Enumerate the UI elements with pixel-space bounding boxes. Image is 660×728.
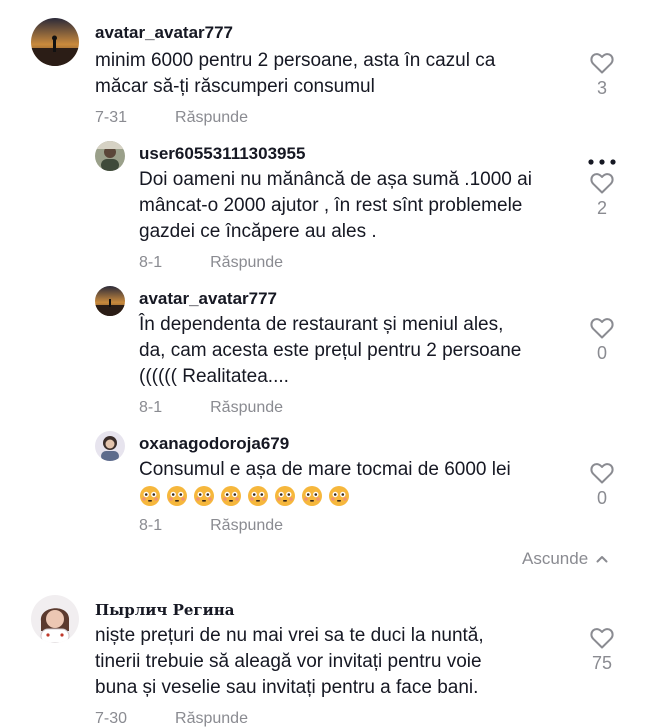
flushed-face-emoji (329, 486, 349, 506)
comment-text-line: măcar să-ți răscumperi consumul (95, 76, 375, 97)
more-options-button[interactable] (588, 152, 616, 170)
reply-text-line: În dependenta de restaurant și meniul al… (139, 314, 504, 335)
reply-text: În dependenta de restaurant și meniul al… (139, 312, 521, 390)
flushed-face-emoji (140, 486, 160, 506)
flushed-face-emoji (275, 486, 295, 506)
avatar[interactable] (95, 286, 125, 316)
emoji-row (139, 485, 511, 507)
comment-meta: 7-31 Răspunde (95, 109, 248, 127)
comment-item: Пырлич Регина niște prețuri de nu mai vr… (0, 585, 660, 727)
reply-button[interactable]: Răspunde (175, 710, 248, 727)
comment-username[interactable]: avatar_avatar777 (95, 23, 233, 43)
avatar-photo-image (95, 141, 125, 171)
reply-text-line: (((((( Realitatea.... (139, 366, 289, 387)
comment-text-line: minim 6000 pentru 2 persoane, asta în ca… (95, 50, 496, 71)
like-button[interactable]: 2 (582, 172, 622, 219)
reply-button[interactable]: Răspunde (210, 254, 283, 271)
reply-username[interactable]: avatar_avatar777 (139, 289, 277, 309)
reply-text-line: Doi oameni nu mănâncă de așa sumă .1000 … (139, 169, 532, 190)
flushed-face-emoji (302, 486, 322, 506)
reply-date: 8-1 (139, 517, 163, 534)
flushed-face-emoji (167, 486, 187, 506)
like-button[interactable]: 75 (582, 627, 622, 674)
heart-outline-icon (590, 463, 614, 484)
reply-meta: 8-1 Răspunde (139, 399, 283, 417)
flushed-face-emoji (248, 486, 268, 506)
more-horizontal-icon (588, 159, 616, 165)
collapse-label: Ascunde (522, 549, 589, 568)
heart-outline-icon (590, 173, 614, 194)
like-count: 2 (596, 198, 607, 218)
comment-date: 7-31 (95, 109, 128, 126)
comment-date: 7-30 (95, 710, 128, 727)
comment-meta: 7-30 Răspunde (95, 710, 248, 728)
reply-text-line: da, cam acesta este prețul pentru 2 pers… (139, 340, 522, 361)
avatar[interactable] (95, 431, 125, 461)
flushed-face-emoji (194, 486, 214, 506)
chevron-up-icon (596, 556, 608, 563)
comment-item: avatar_avatar777 minim 6000 pentru 2 per… (0, 0, 660, 135)
avatar[interactable] (31, 595, 79, 643)
avatar-photo-image (31, 595, 79, 643)
avatar-sunset-image (31, 18, 79, 66)
like-count: 3 (596, 78, 607, 98)
reply-text: Consumul e așa de mare tocmai de 6000 le… (139, 457, 511, 507)
reply-date: 8-1 (139, 254, 163, 271)
avatar-photo-image (95, 431, 125, 461)
reply-username[interactable]: oxanagodoroja679 (139, 434, 289, 454)
like-count: 0 (596, 343, 607, 363)
like-button[interactable]: 0 (582, 317, 622, 364)
reply-date: 8-1 (139, 399, 163, 416)
collapse-replies-button[interactable]: Ascunde (522, 549, 608, 569)
comment-text-line: buna și veselie sau invitați pentru a fa… (95, 677, 479, 698)
comment-text-line: niște prețuri de nu mai vrei sa te duci … (95, 625, 484, 646)
like-button[interactable]: 0 (582, 462, 622, 509)
reply-meta: 8-1 Răspunde (139, 517, 283, 535)
comment-username[interactable]: Пырлич Регина (95, 601, 234, 619)
like-count: 75 (591, 653, 613, 673)
reply-text-line: Consumul e așa de mare tocmai de 6000 le… (139, 459, 511, 480)
comment-text: niște prețuri de nu mai vrei sa te duci … (95, 623, 484, 701)
avatar[interactable] (95, 141, 125, 171)
reply-text-line: mâncat-o 2000 ajutor , în rest sînt prob… (139, 195, 523, 216)
comment-text-line: tinerii trebuie să aleagă vor invitați p… (95, 651, 482, 672)
reply-item: avatar_avatar777 În dependenta de restau… (0, 280, 660, 425)
reply-text: Doi oameni nu mănâncă de așa sumă .1000 … (139, 167, 532, 245)
heart-outline-icon (590, 628, 614, 649)
like-count: 0 (596, 488, 607, 508)
reply-username[interactable]: user60553111303955 (139, 144, 305, 164)
avatar-sunset-image (95, 286, 125, 316)
heart-outline-icon (590, 53, 614, 74)
reply-meta: 8-1 Răspunde (139, 254, 283, 272)
reply-button[interactable]: Răspunde (210, 517, 283, 534)
heart-outline-icon (590, 318, 614, 339)
flushed-face-emoji (221, 486, 241, 506)
reply-item: user60553111303955 Doi oameni nu mănâncă… (0, 135, 660, 280)
reply-text-line: gazdei ce încăpere au ales . (139, 221, 377, 242)
reply-button[interactable]: Răspunde (210, 399, 283, 416)
avatar[interactable] (31, 18, 79, 66)
like-button[interactable]: 3 (582, 52, 622, 99)
reply-button[interactable]: Răspunde (175, 109, 248, 126)
reply-item: oxanagodoroja679 Consumul e așa de mare … (0, 425, 660, 545)
comment-text: minim 6000 pentru 2 persoane, asta în ca… (95, 48, 495, 100)
